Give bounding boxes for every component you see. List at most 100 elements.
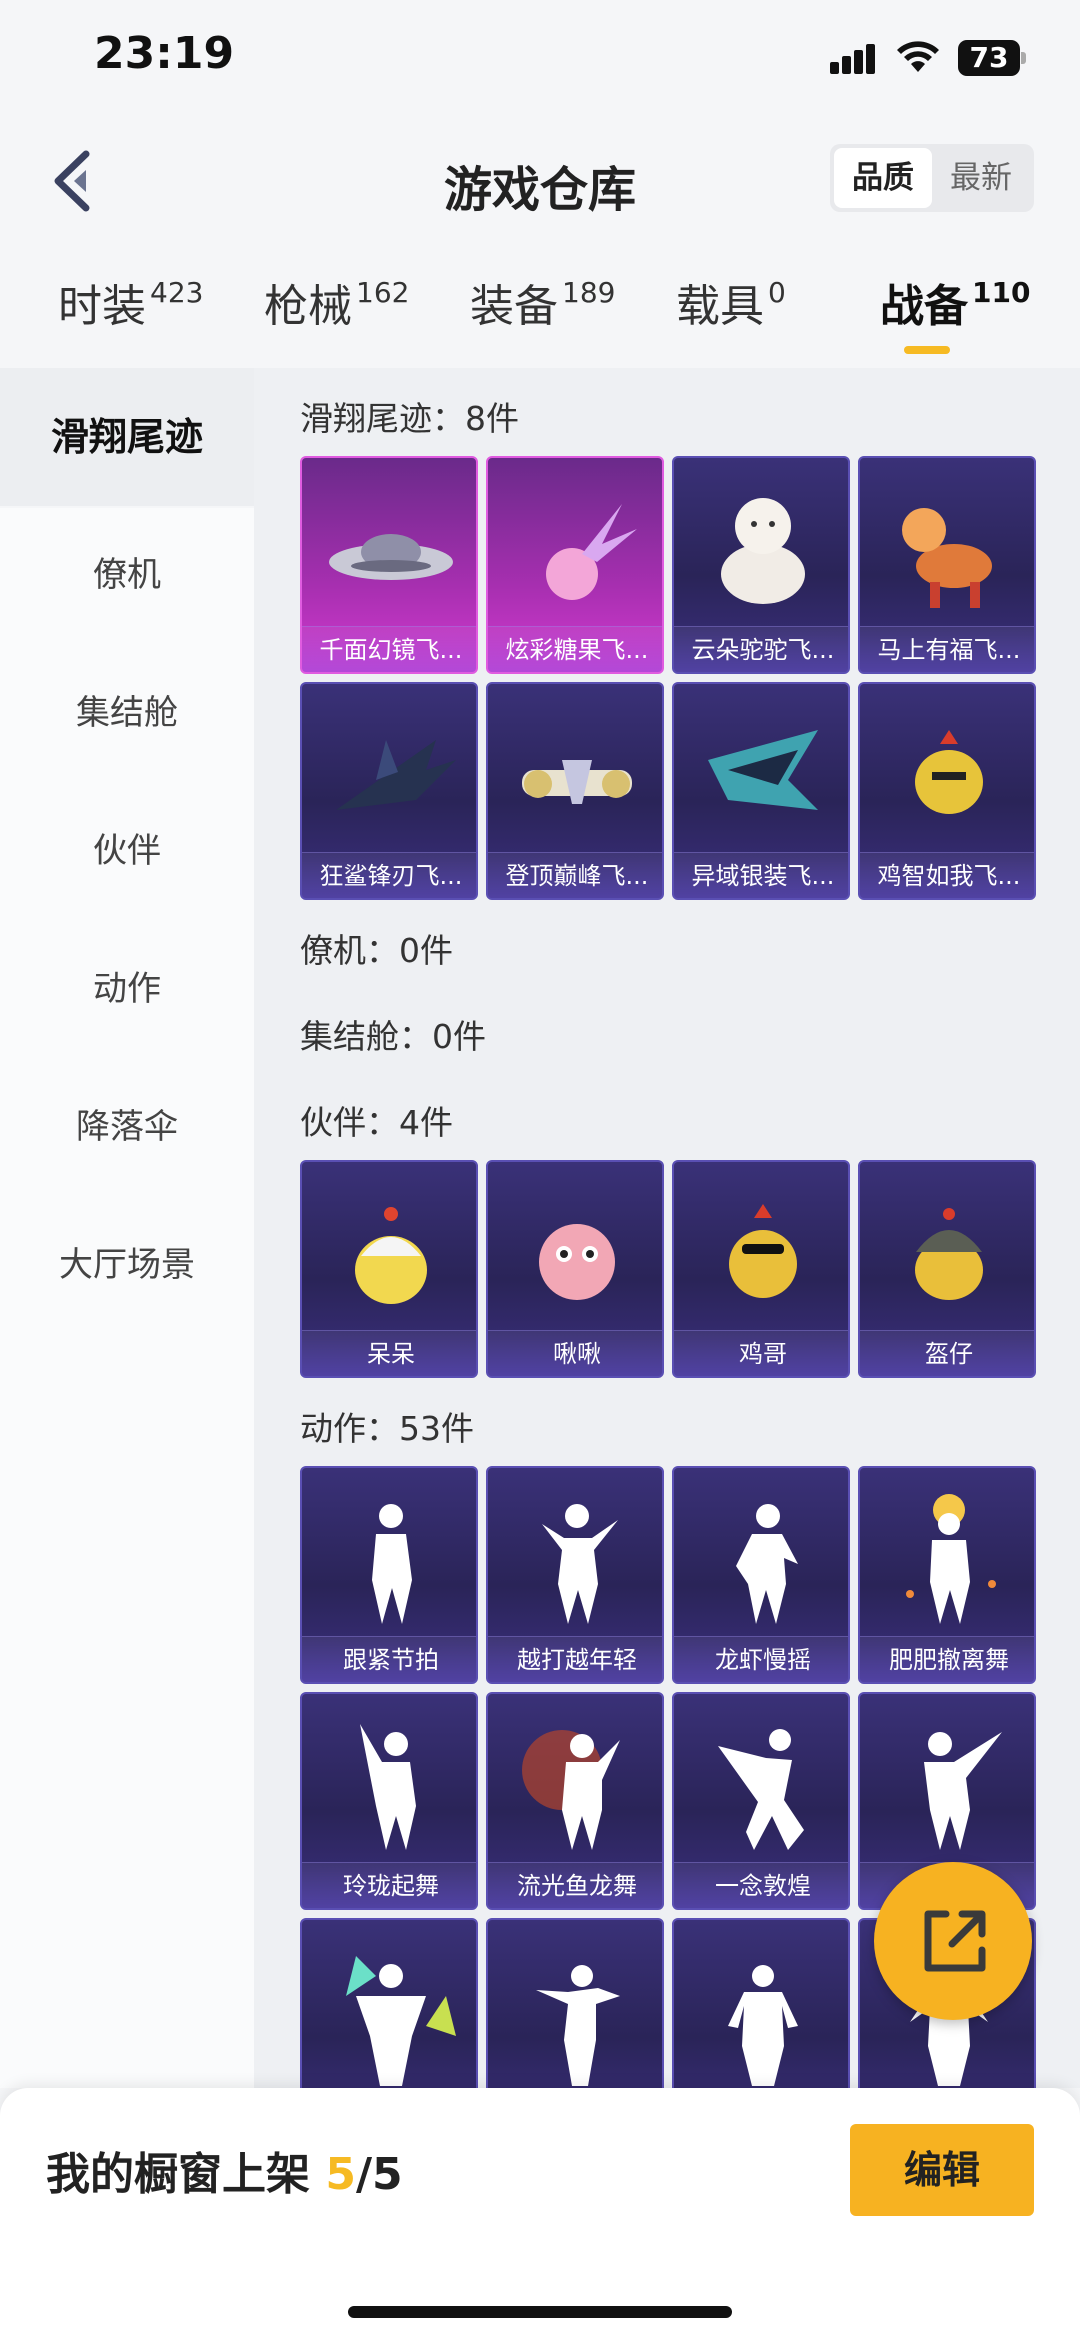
- item-card[interactable]: 啾啾: [486, 1160, 664, 1378]
- item-card[interactable]: 玲珑起舞: [300, 1692, 478, 1910]
- item-card[interactable]: 狂鲨锋刃飞...: [300, 682, 478, 900]
- tab-equipment[interactable]: 装备 189: [470, 270, 615, 340]
- tab-label: 载具: [676, 281, 764, 332]
- sidebar-item-wingman[interactable]: 僚机: [0, 506, 254, 644]
- wifi-icon: [897, 41, 939, 72]
- chicken-icon: [915, 730, 983, 814]
- battery-level: 73: [969, 41, 1009, 74]
- item-name: 龙虾慢摇: [674, 1636, 848, 1682]
- share-fab-button[interactable]: [874, 1862, 1032, 2020]
- sidebar-item-partners[interactable]: 伙伴: [0, 782, 254, 920]
- nav-bar: 游戏仓库 品质 最新: [0, 120, 1080, 240]
- tab-count: 0: [768, 276, 786, 309]
- sidebar-item-lobby-scene[interactable]: 大厅场景: [0, 1196, 254, 1334]
- item-card[interactable]: 跟紧节拍: [300, 1466, 478, 1684]
- item-name: 玲珑起舞: [302, 1862, 476, 1908]
- showcase-total-count: /5: [355, 2149, 403, 2200]
- alpaca-icon: [721, 498, 805, 604]
- glider-icon: [522, 760, 632, 804]
- dancer-icon: [536, 1965, 620, 2086]
- item-name: 狂鲨锋刃飞...: [302, 852, 476, 898]
- item-card[interactable]: 鸡智如我飞...: [858, 682, 1036, 900]
- item-card[interactable]: 龙虾慢摇: [672, 1466, 850, 1684]
- item-card[interactable]: 盔仔: [858, 1160, 1036, 1378]
- sort-by-newest-button[interactable]: 最新: [932, 148, 1030, 208]
- section-title-partners: 伙伴：4件: [300, 1103, 453, 1142]
- battery-icon: 73: [958, 40, 1026, 76]
- tab-active-indicator: [904, 346, 950, 354]
- item-card[interactable]: 登顶巅峰飞...: [486, 682, 664, 900]
- item-name: 炫彩糖果飞...: [488, 626, 662, 672]
- candy-icon: [546, 504, 637, 600]
- dancer-icon: [542, 1504, 618, 1624]
- item-card[interactable]: 流光鱼龙舞: [486, 1692, 664, 1910]
- status-time: 23:19: [94, 28, 235, 79]
- item-name: 肥肥撤离舞: [860, 1636, 1034, 1682]
- sidebar-item-trails[interactable]: 滑翔尾迹: [0, 368, 254, 506]
- edit-button[interactable]: 编辑: [850, 2124, 1034, 2216]
- tab-vehicles[interactable]: 载具 0: [676, 270, 786, 340]
- cool-chicken-icon: [729, 1204, 797, 1298]
- item-name: 盔仔: [860, 1330, 1034, 1376]
- item-card[interactable]: 云朵驼驼飞...: [672, 456, 850, 674]
- item-name: 云朵驼驼飞...: [674, 626, 848, 672]
- item-card[interactable]: 越打越年轻: [486, 1466, 664, 1684]
- tab-battle-prep[interactable]: 战备 110: [880, 270, 1030, 340]
- tab-count: 189: [562, 276, 616, 309]
- dancer-icon: [346, 1956, 456, 2086]
- item-list: 滑翔尾迹：8件 千面幻镜飞... 炫彩糖果飞... 云朵驼驼飞... 马上有福飞…: [254, 368, 1080, 2088]
- item-card[interactable]: [300, 1918, 478, 2088]
- shark-icon: [336, 740, 456, 810]
- item-card[interactable]: 呆呆: [300, 1160, 478, 1378]
- item-name: 跟紧节拍: [302, 1636, 476, 1682]
- item-name: 啾啾: [488, 1330, 662, 1376]
- item-card[interactable]: 异域银装飞...: [672, 682, 850, 900]
- warehouse-page: 23:19 73 游戏仓库 品质 最新 时装 423 枪械 162 装备 189…: [0, 0, 1080, 2339]
- item-name: 一念敦煌: [674, 1862, 848, 1908]
- item-card[interactable]: 炫彩糖果飞...: [486, 456, 664, 674]
- tab-fashion[interactable]: 时装 423: [58, 270, 203, 340]
- item-name: 千面幻镜飞...: [302, 626, 476, 672]
- item-name: 呆呆: [302, 1330, 476, 1376]
- item-name: 鸡哥: [674, 1330, 848, 1376]
- item-name: 马上有福飞...: [860, 626, 1034, 672]
- tab-count: 110: [972, 276, 1031, 309]
- sidebar-item-pod[interactable]: 集结舱: [0, 644, 254, 782]
- item-card[interactable]: 鸡哥: [672, 1160, 850, 1378]
- dancer-icon: [906, 1494, 996, 1624]
- bottom-bar: 我的橱窗上架 5/5 编辑: [0, 2088, 1080, 2339]
- home-indicator: [348, 2306, 732, 2318]
- showcase-status: 我的橱窗上架 5/5: [46, 2138, 403, 2202]
- item-card[interactable]: 千面幻镜飞...: [300, 456, 478, 674]
- item-name: 流光鱼龙舞: [488, 1862, 662, 1908]
- tab-guns[interactable]: 枪械 162: [264, 270, 409, 340]
- dancer-icon: [360, 1724, 416, 1850]
- dancer-icon: [718, 1729, 804, 1850]
- back-button[interactable]: [44, 146, 104, 216]
- item-card[interactable]: 肥肥撤离舞: [858, 1466, 1036, 1684]
- sidebar-item-actions[interactable]: 动作: [0, 920, 254, 1058]
- item-name: 登顶巅峰飞...: [488, 852, 662, 898]
- dancer-icon: [522, 1730, 620, 1850]
- sort-by-quality-button[interactable]: 品质: [834, 148, 932, 208]
- tab-count: 162: [356, 276, 410, 309]
- tab-label: 时装: [58, 281, 146, 332]
- tab-count: 423: [150, 276, 204, 309]
- item-card[interactable]: 一念敦煌: [672, 1692, 850, 1910]
- item-name: 异域银装飞...: [674, 852, 848, 898]
- section-title-actions: 动作：53件: [300, 1409, 474, 1448]
- dancer-icon: [728, 1965, 798, 2086]
- item-card[interactable]: [672, 1918, 850, 2088]
- section-title-wingman: 僚机：0件: [300, 931, 453, 970]
- showcase-current-count: 5: [325, 2149, 356, 2200]
- sidebar-item-parachute[interactable]: 降落伞: [0, 1058, 254, 1196]
- signal-icon: [830, 44, 876, 74]
- showcase-label: 我的橱窗上架: [46, 2149, 326, 2200]
- item-name: 鸡智如我飞...: [860, 852, 1034, 898]
- item-card[interactable]: 马上有福飞...: [858, 456, 1036, 674]
- tab-label: 枪械: [264, 281, 352, 332]
- dancer-icon: [372, 1504, 412, 1624]
- section-title-pod: 集结舱：0件: [300, 1017, 486, 1056]
- item-name: 越打越年轻: [488, 1636, 662, 1682]
- item-card[interactable]: [486, 1918, 664, 2088]
